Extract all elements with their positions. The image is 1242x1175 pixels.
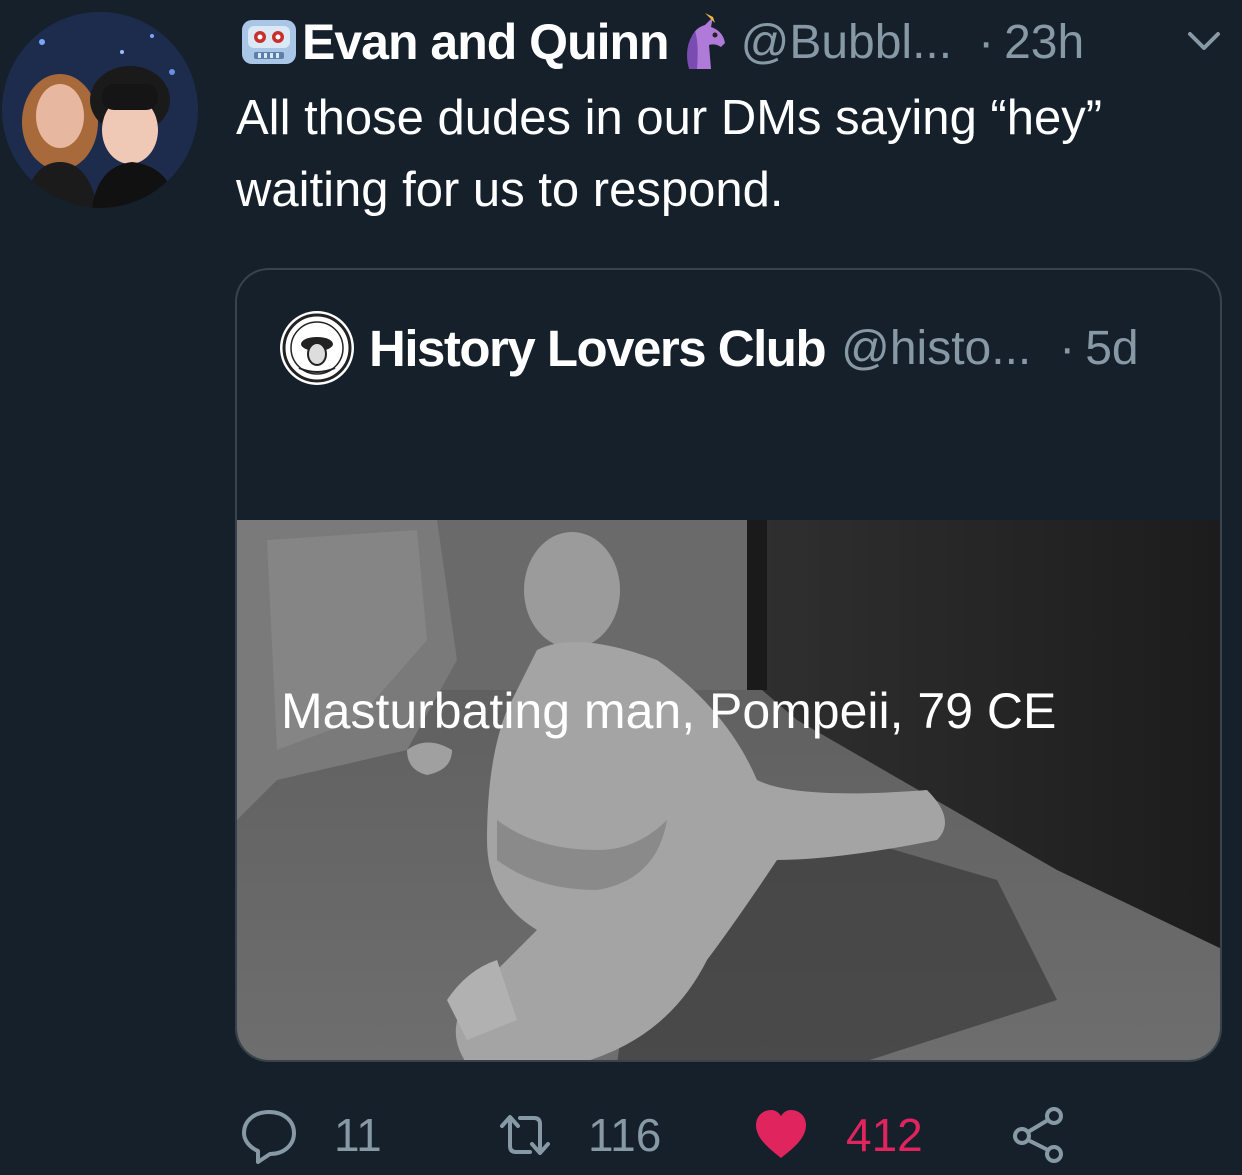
unicorn-icon	[675, 13, 731, 71]
share-button[interactable]	[1010, 1100, 1068, 1170]
reply-icon	[240, 1106, 298, 1164]
quoted-tweet-text: Masturbating man, Pompeii, 79 CE	[281, 683, 1057, 739]
chevron-down-icon[interactable]	[1182, 22, 1226, 62]
quoted-tweet-header: History Lovers Club @histo... · 5d	[279, 308, 1139, 388]
robot-icon	[238, 14, 300, 70]
quoted-timestamp[interactable]: 5d	[1085, 321, 1138, 376]
retweet-count: 116	[588, 1109, 662, 1161]
display-name[interactable]: Evan and Quinn	[302, 13, 670, 71]
retweet-button[interactable]: 116	[496, 1100, 661, 1170]
handle[interactable]: @Bubbl...	[741, 15, 953, 70]
tweet[interactable]: Evan and Quinn @Bubbl... · 23h All those…	[0, 0, 1242, 1175]
avatar[interactable]	[2, 12, 198, 208]
tweet-header: Evan and Quinn @Bubbl... · 23h	[238, 12, 1228, 72]
reply-button[interactable]: 11	[240, 1100, 382, 1170]
quoted-display-name[interactable]: History Lovers Club	[369, 319, 827, 378]
share-icon	[1010, 1106, 1068, 1164]
quoted-tweet[interactable]: History Lovers Club @histo... · 5d Mastu…	[235, 268, 1222, 1062]
reply-count: 11	[334, 1109, 382, 1161]
heart-icon	[752, 1106, 810, 1164]
like-button[interactable]: 412	[752, 1100, 923, 1170]
like-count: 412	[846, 1109, 923, 1161]
quoted-handle[interactable]: @histo...	[841, 321, 1031, 376]
timestamp[interactable]: 23h	[1004, 15, 1084, 70]
tweet-text: All those dudes in our DMs saying “hey” …	[236, 91, 1103, 217]
retweet-icon	[496, 1106, 554, 1164]
separator-dot: ·	[978, 15, 995, 69]
action-bar: 11 116 412	[240, 1100, 1140, 1170]
quoted-avatar[interactable]	[279, 310, 355, 386]
quoted-photo[interactable]	[237, 520, 1220, 1060]
quoted-separator-dot: ·	[1059, 321, 1076, 375]
